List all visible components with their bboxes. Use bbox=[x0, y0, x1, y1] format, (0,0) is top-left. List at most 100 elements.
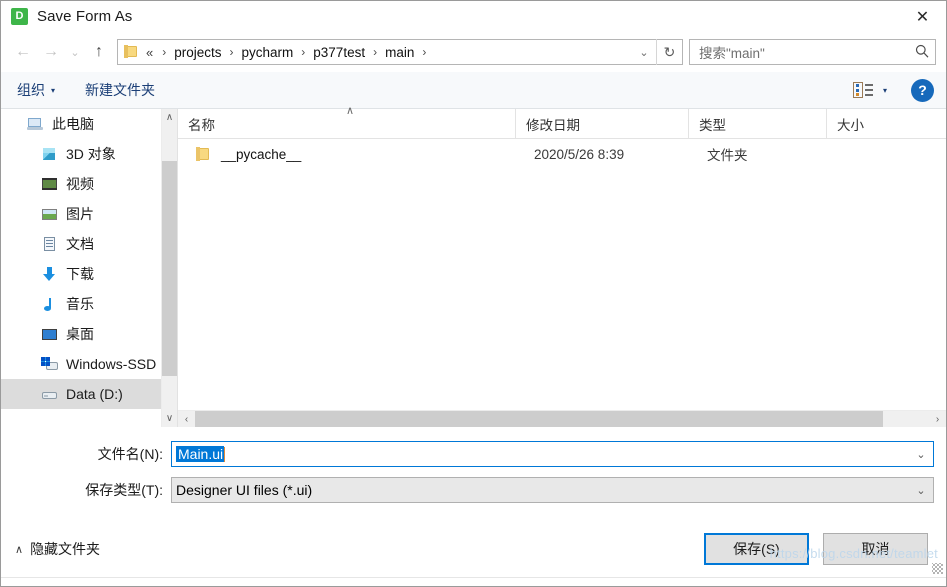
scrollbar-thumb[interactable] bbox=[195, 411, 883, 427]
chevron-down-icon[interactable]: ⌄ bbox=[632, 46, 656, 59]
column-header-label: 类型 bbox=[699, 117, 726, 133]
sidebar-item-documents[interactable]: 文档 bbox=[1, 229, 177, 259]
breadcrumb-overflow[interactable]: « bbox=[146, 45, 155, 60]
title-bar: D Save Form As ✕ bbox=[1, 1, 946, 32]
file-name-combobox[interactable]: Main.ui ⌄ bbox=[171, 441, 934, 467]
breadcrumb-item-p377test[interactable]: p377test bbox=[312, 44, 366, 61]
desktop-icon bbox=[41, 326, 58, 343]
sidebar-item-label: 此电脑 bbox=[52, 116, 94, 132]
table-row[interactable]: __pycache__ 2020/5/26 8:39 文件夹 bbox=[178, 139, 946, 169]
sidebar-item-label: 下载 bbox=[66, 266, 94, 282]
file-type-row: 保存类型(T): Designer UI files (*.ui) ⌄ bbox=[13, 477, 934, 503]
scroll-right-icon[interactable]: › bbox=[929, 411, 946, 427]
scroll-up-icon[interactable]: ∧ bbox=[162, 109, 177, 126]
organize-button[interactable]: 组织 ▾ bbox=[17, 80, 55, 100]
sidebar-item-music[interactable]: 音乐 bbox=[1, 289, 177, 319]
sidebar-item-windows-ssd[interactable]: Windows-SSD ( bbox=[1, 349, 177, 379]
column-header-name[interactable]: ∧ 名称 bbox=[178, 105, 516, 138]
sidebar-item-label: 文档 bbox=[66, 236, 94, 252]
breadcrumb-item-main[interactable]: main bbox=[384, 44, 415, 61]
scroll-down-icon[interactable]: ∨ bbox=[162, 410, 177, 427]
sort-ascending-icon: ∧ bbox=[346, 105, 355, 117]
column-header-label: 修改日期 bbox=[526, 117, 580, 133]
scrollbar-track[interactable] bbox=[195, 411, 929, 427]
sidebar-item-pictures[interactable]: 图片 bbox=[1, 199, 177, 229]
new-folder-button[interactable]: 新建文件夹 bbox=[85, 80, 155, 100]
file-type: 文件夹 bbox=[707, 148, 748, 163]
breadcrumb: « › projects › pycharm › p377test › main… bbox=[146, 44, 632, 61]
folder-icon bbox=[194, 146, 211, 162]
sidebar-item-videos[interactable]: 视频 bbox=[1, 169, 177, 199]
dialog-footer: ∧ 隐藏文件夹 保存(S) 取消 https://blog.csdn.net/t… bbox=[1, 521, 946, 577]
hide-folders-button[interactable]: ∧ 隐藏文件夹 bbox=[15, 539, 100, 559]
up-icon[interactable]: ↑ bbox=[85, 38, 113, 66]
sidebar-item-desktop[interactable]: 桌面 bbox=[1, 319, 177, 349]
chevron-down-icon: ▾ bbox=[51, 85, 56, 95]
column-header-type[interactable]: 类型 bbox=[689, 109, 827, 138]
command-bar: 组织 ▾ 新建文件夹 ▾ ? bbox=[1, 72, 946, 109]
search-input[interactable]: 搜索"main" bbox=[690, 42, 909, 62]
sidebar-item-label: 视频 bbox=[66, 176, 94, 192]
sidebar-item-label: 3D 对象 bbox=[66, 146, 116, 162]
organize-label: 组织 bbox=[17, 82, 45, 98]
watermark-text: https://blog.csdn.net/teamlet bbox=[769, 546, 938, 561]
chevron-down-icon[interactable]: ▾ bbox=[883, 86, 887, 95]
file-list-pane: ∧ 名称 修改日期 类型 大小 __pycache__ 2020/5/26 8:… bbox=[177, 105, 946, 427]
breadcrumb-item-pycharm[interactable]: pycharm bbox=[241, 44, 295, 61]
hide-folders-label: 隐藏文件夹 bbox=[30, 541, 101, 557]
breadcrumb-item-projects[interactable]: projects bbox=[173, 44, 222, 61]
save-form-as-dialog: D Save Form As ✕ ← → ⌄ ↑ « › projects › … bbox=[0, 0, 947, 587]
column-header-date-modified[interactable]: 修改日期 bbox=[516, 109, 689, 138]
sidebar-item-label: Windows-SSD ( bbox=[66, 356, 165, 372]
scroll-left-icon[interactable]: ‹ bbox=[178, 411, 195, 427]
windows-drive-icon bbox=[41, 356, 58, 373]
navigation-pane: 此电脑 3D 对象 视频 图片 文档 下载 音乐 桌面 Windows-SSD … bbox=[1, 109, 177, 427]
file-list[interactable]: __pycache__ 2020/5/26 8:39 文件夹 bbox=[178, 139, 946, 410]
3d-objects-icon bbox=[41, 146, 58, 163]
address-bar[interactable]: « › projects › pycharm › p377test › main… bbox=[117, 39, 683, 65]
breadcrumb-separator: › bbox=[229, 45, 234, 59]
documents-icon bbox=[41, 236, 58, 253]
sidebar-item-downloads[interactable]: 下载 bbox=[1, 259, 177, 289]
breadcrumb-separator: › bbox=[422, 45, 427, 59]
column-header-label: 大小 bbox=[837, 117, 864, 133]
file-list-horizontal-scrollbar[interactable]: ‹ › bbox=[178, 410, 946, 427]
recent-locations-icon[interactable]: ⌄ bbox=[65, 38, 85, 66]
save-as-type-combobox[interactable]: Designer UI files (*.ui) ⌄ bbox=[171, 477, 934, 503]
sidebar-item-this-pc[interactable]: 此电脑 bbox=[1, 109, 177, 139]
breadcrumb-separator: › bbox=[373, 45, 378, 59]
file-name-input[interactable]: Main.ui bbox=[172, 446, 909, 462]
sidebar-item-label: 音乐 bbox=[66, 296, 94, 312]
computer-icon bbox=[27, 116, 44, 133]
videos-icon bbox=[41, 176, 58, 193]
music-icon bbox=[41, 296, 58, 313]
navigation-bar: ← → ⌄ ↑ « › projects › pycharm › p377tes… bbox=[1, 32, 946, 72]
sidebar-item-3d-objects[interactable]: 3D 对象 bbox=[1, 139, 177, 169]
help-button[interactable]: ? bbox=[911, 78, 934, 102]
back-icon[interactable]: ← bbox=[9, 38, 37, 66]
close-icon[interactable]: ✕ bbox=[899, 1, 946, 32]
forward-icon[interactable]: → bbox=[37, 38, 65, 66]
sidebar-scrollbar[interactable]: ∧ ∨ bbox=[161, 109, 177, 427]
save-as-type-value: Designer UI files (*.ui) bbox=[176, 482, 313, 498]
refresh-icon[interactable]: ↻ bbox=[656, 39, 682, 65]
status-line bbox=[1, 577, 946, 586]
sidebar-item-label: 图片 bbox=[66, 206, 94, 222]
chevron-down-icon[interactable]: ⌄ bbox=[909, 448, 933, 461]
resize-grip[interactable] bbox=[932, 563, 943, 574]
dialog-content: 此电脑 3D 对象 视频 图片 文档 下载 音乐 桌面 Windows-SSD … bbox=[1, 105, 946, 427]
drive-icon bbox=[41, 386, 58, 403]
view-mode-icon[interactable] bbox=[852, 82, 873, 98]
column-header-size[interactable]: 大小 bbox=[827, 109, 917, 138]
scrollbar-thumb[interactable] bbox=[162, 161, 177, 376]
sidebar-item-data-d[interactable]: Data (D:) bbox=[1, 379, 177, 409]
chevron-up-icon: ∧ bbox=[15, 543, 24, 556]
breadcrumb-separator: › bbox=[301, 45, 306, 59]
file-name-row: 文件名(N): Main.ui ⌄ bbox=[13, 441, 934, 467]
text-cursor bbox=[224, 447, 226, 462]
search-box[interactable]: 搜索"main" bbox=[689, 39, 936, 65]
column-headers: ∧ 名称 修改日期 类型 大小 bbox=[178, 105, 946, 139]
designer-icon: D bbox=[11, 8, 28, 25]
chevron-down-icon[interactable]: ⌄ bbox=[909, 484, 933, 497]
scrollbar-track[interactable] bbox=[162, 126, 177, 410]
